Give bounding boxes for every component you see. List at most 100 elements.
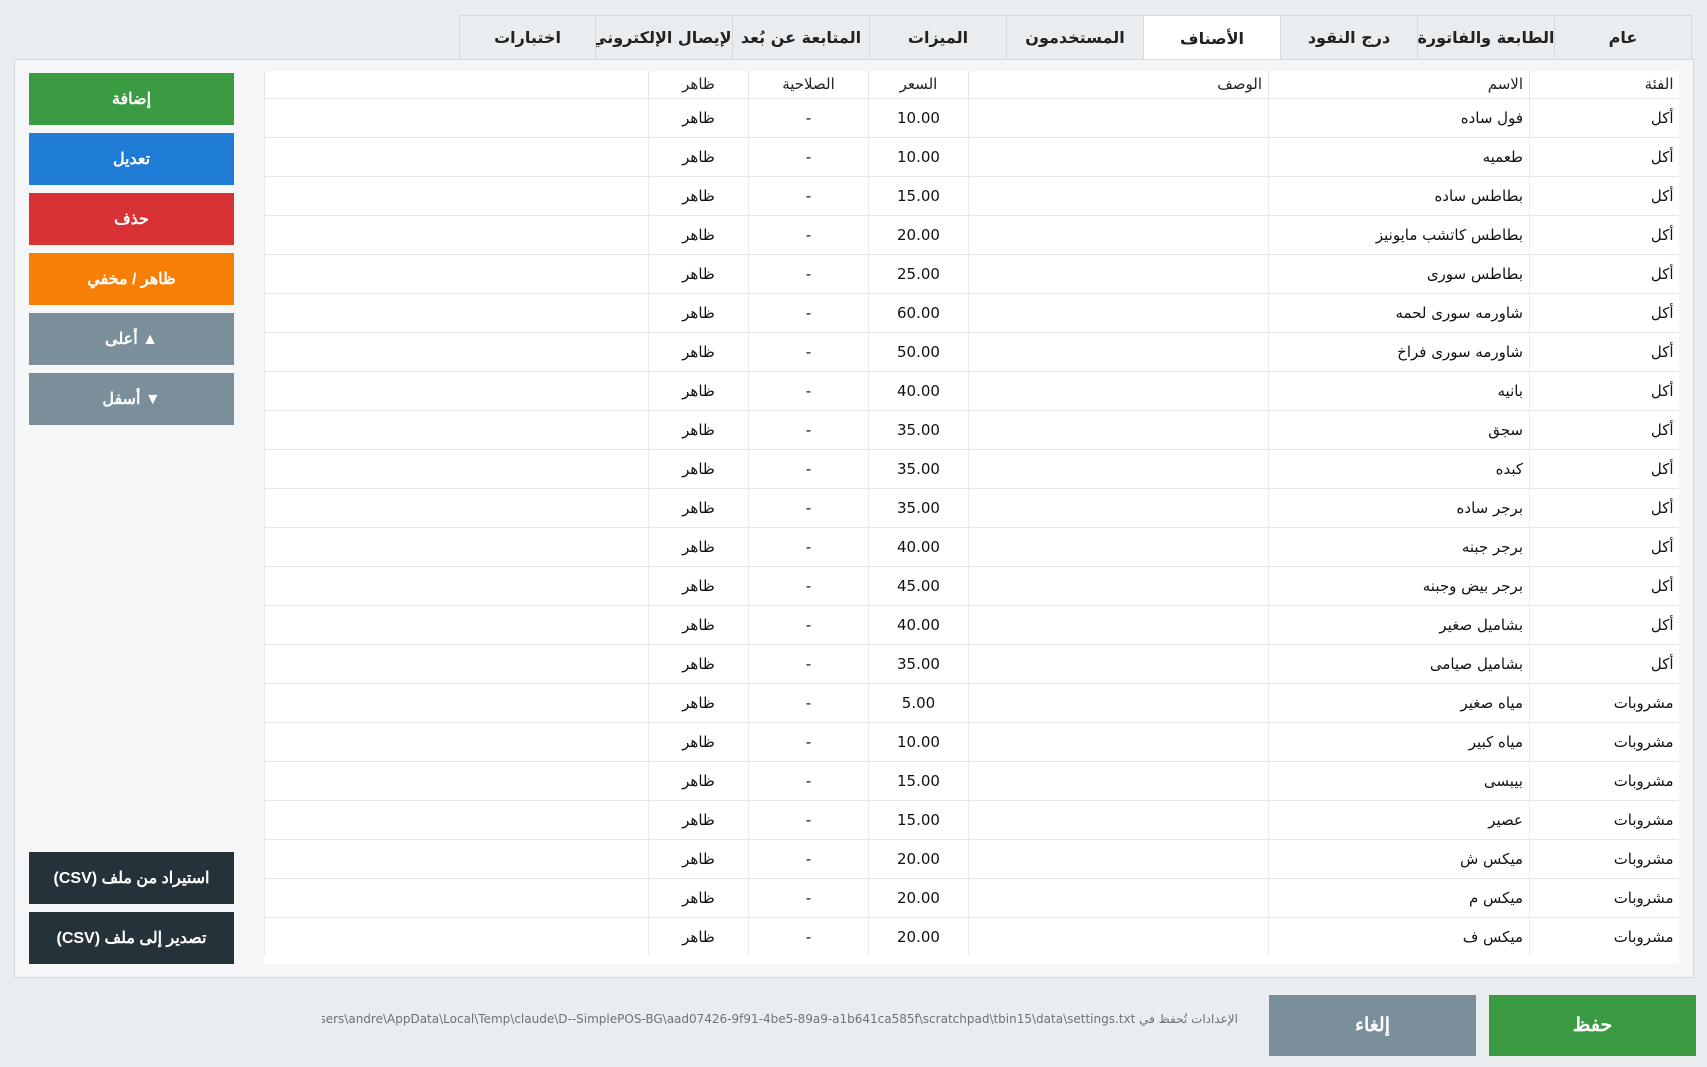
add-button[interactable]: إضافة: [29, 73, 234, 125]
table-row[interactable]: أكل بطاطس سورى 25.00- ظاهر: [264, 253, 1679, 293]
import-csv-button[interactable]: استيراد من ملف (CSV): [29, 852, 234, 904]
cell-visibility: ظاهر: [648, 331, 749, 371]
cell-visibility: ظاهر: [648, 370, 749, 410]
cell-name: عصير: [1268, 799, 1530, 839]
cell-price: 60.00: [868, 292, 969, 332]
tab-8[interactable]: اختبارات: [459, 15, 596, 60]
cell-price: 45.00: [868, 565, 969, 605]
settings-tabs: عام الطابعة والفاتورة درج النقود الأصناف الم…: [459, 15, 1692, 61]
header-description[interactable]: الوصف: [968, 71, 1269, 98]
table-row[interactable]: أكل شاورمه سورى لحمه 60.00- ظاهر: [264, 292, 1679, 332]
cell-filler: [264, 409, 649, 449]
tab-7[interactable]: الإيصال الإلكتروني: [596, 15, 733, 60]
table-row[interactable]: أكل برجر ساده 35.00- ظاهر: [264, 487, 1679, 527]
cell-category: أكل: [1529, 136, 1679, 176]
edit-button[interactable]: تعديل: [29, 133, 234, 185]
cell-price: 10.00: [868, 97, 969, 137]
items-table-container[interactable]: الفئة الاسم الوصف السعر الصلاحية ظاهر أك…: [264, 71, 1679, 964]
cell-expiry: -: [748, 487, 869, 527]
table-row[interactable]: مشروبات ميكس ش 20.00- ظاهر: [264, 838, 1679, 878]
cell-description: [968, 682, 1269, 722]
items-panel: إضافة تعديل حذف ظاهر / مخفي ▲ أعلى ▼ أسف…: [14, 59, 1694, 978]
table-row[interactable]: أكل بشاميل صغير 40.00- ظاهر: [264, 604, 1679, 644]
cell-description: [968, 799, 1269, 839]
table-row[interactable]: مشروبات مياه كبير 10.00- ظاهر: [264, 721, 1679, 761]
table-row[interactable]: مشروبات ميكس ف 20.00- ظاهر: [264, 916, 1679, 956]
save-button[interactable]: حفظ: [1489, 995, 1696, 1056]
cell-description: [968, 136, 1269, 176]
table-row[interactable]: أكل كبده 35.00- ظاهر: [264, 448, 1679, 488]
table-row[interactable]: مشروبات ميكس م 20.00- ظاهر: [264, 877, 1679, 917]
cell-description: [968, 526, 1269, 566]
cell-filler: [264, 682, 649, 722]
toggle-visibility-button[interactable]: ظاهر / مخفي: [29, 253, 234, 305]
cell-category: أكل: [1529, 331, 1679, 371]
move-up-button[interactable]: ▲ أعلى: [29, 313, 234, 365]
cell-name: ميكس ش: [1268, 838, 1530, 878]
cell-description: [968, 448, 1269, 488]
header-price[interactable]: السعر: [868, 71, 969, 98]
header-category[interactable]: الفئة: [1529, 71, 1679, 98]
cancel-button[interactable]: إلغاء: [1269, 995, 1476, 1056]
tab-4[interactable]: المستخدمون: [1007, 15, 1144, 60]
export-csv-button[interactable]: تصدير إلى ملف (CSV): [29, 912, 234, 964]
tab-6[interactable]: المتابعة عن بُعد: [733, 15, 870, 60]
cell-price: 35.00: [868, 448, 969, 488]
cell-filler: [264, 760, 649, 800]
cell-filler: [264, 97, 649, 137]
table-row[interactable]: أكل بطاطس كاتشب مايونيز 20.00- ظاهر: [264, 214, 1679, 254]
table-row[interactable]: أكل برجر بيض وجبنه 45.00- ظاهر: [264, 565, 1679, 605]
cell-description: [968, 877, 1269, 917]
cell-expiry: -: [748, 97, 869, 137]
delete-button[interactable]: حذف: [29, 193, 234, 245]
cell-name: طعميه: [1268, 136, 1530, 176]
cell-filler: [264, 526, 649, 566]
table-row[interactable]: أكل برجر جبنه 40.00- ظاهر: [264, 526, 1679, 566]
cell-description: [968, 175, 1269, 215]
tab-2[interactable]: درج النقود: [1281, 15, 1418, 60]
cell-category: أكل: [1529, 370, 1679, 410]
cell-visibility: ظاهر: [648, 721, 749, 761]
tab-1[interactable]: الطابعة والفاتورة: [1418, 15, 1555, 60]
cell-expiry: -: [748, 838, 869, 878]
cell-category: أكل: [1529, 253, 1679, 293]
cell-name: برجر جبنه: [1268, 526, 1530, 566]
cell-description: [968, 370, 1269, 410]
cell-name: ميكس م: [1268, 877, 1530, 917]
cell-visibility: ظاهر: [648, 877, 749, 917]
table-row[interactable]: أكل شاورمه سورى فراخ 50.00- ظاهر: [264, 331, 1679, 371]
table-row[interactable]: مشروبات عصير 15.00- ظاهر: [264, 799, 1679, 839]
table-row[interactable]: أكل بشاميل صيامى 35.00- ظاهر: [264, 643, 1679, 683]
cell-filler: [264, 604, 649, 644]
header-name[interactable]: الاسم: [1268, 71, 1530, 98]
tab-3[interactable]: الأصناف: [1144, 15, 1281, 61]
table-row[interactable]: أكل فول ساده 10.00- ظاهر: [264, 97, 1679, 137]
header-visibility[interactable]: ظاهر: [648, 71, 749, 98]
move-down-button[interactable]: ▼ أسفل: [29, 373, 234, 425]
table-row[interactable]: أكل بانيه 40.00- ظاهر: [264, 370, 1679, 410]
cell-description: [968, 838, 1269, 878]
cell-visibility: ظاهر: [648, 760, 749, 800]
table-row[interactable]: أكل طعميه 10.00- ظاهر: [264, 136, 1679, 176]
cell-filler: [264, 331, 649, 371]
cell-filler: [264, 487, 649, 527]
cell-name: برجر بيض وجبنه: [1268, 565, 1530, 605]
cell-name: شاورمه سورى فراخ: [1268, 331, 1530, 371]
cell-price: 35.00: [868, 487, 969, 527]
header-expiry[interactable]: الصلاحية: [748, 71, 869, 98]
cell-category: أكل: [1529, 604, 1679, 644]
table-row[interactable]: أكل بطاطس ساده 15.00- ظاهر: [264, 175, 1679, 215]
cell-price: 35.00: [868, 409, 969, 449]
cell-price: 40.00: [868, 526, 969, 566]
cell-expiry: -: [748, 877, 869, 917]
tab-0[interactable]: عام: [1555, 15, 1692, 60]
cell-price: 35.00: [868, 643, 969, 683]
table-row[interactable]: مشروبات مياه صغير 5.00- ظاهر: [264, 682, 1679, 722]
table-row[interactable]: مشروبات بيبسى 15.00- ظاهر: [264, 760, 1679, 800]
cell-visibility: ظاهر: [648, 175, 749, 215]
cell-description: [968, 331, 1269, 371]
cell-category: أكل: [1529, 214, 1679, 254]
cell-name: بطاطس كاتشب مايونيز: [1268, 214, 1530, 254]
table-row[interactable]: أكل سجق 35.00- ظاهر: [264, 409, 1679, 449]
tab-5[interactable]: الميزات: [870, 15, 1007, 60]
